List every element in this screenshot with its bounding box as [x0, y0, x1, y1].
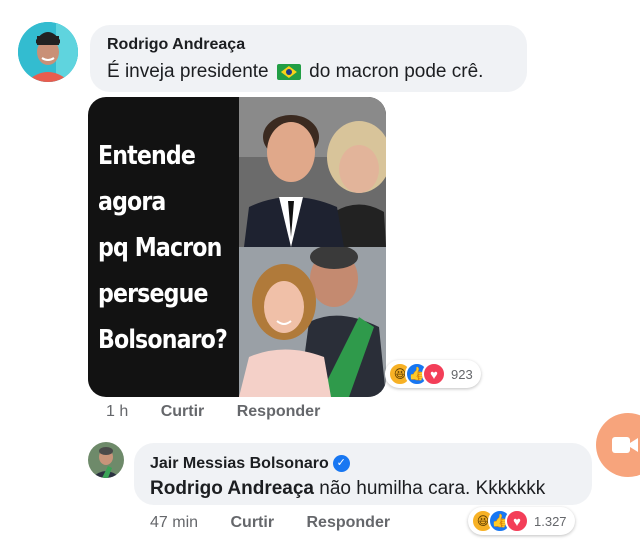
person-icon — [88, 442, 124, 478]
avatar-rodrigo[interactable] — [18, 22, 78, 82]
reaction-count: 923 — [451, 366, 473, 382]
reply-bubble: Jair Messias Bolsonaro ✓ Rodrigo Andreaça… — [134, 443, 592, 505]
person-icon — [18, 22, 78, 82]
comment-author[interactable]: Rodrigo Andreaça — [107, 36, 245, 54]
meme-line: Entende — [98, 141, 196, 171]
meme-line: Bolsonaro? — [98, 325, 228, 355]
reply-button[interactable]: Responder — [237, 403, 321, 420]
reply-time[interactable]: 47 min — [150, 514, 198, 531]
mention-link[interactable]: Rodrigo Andreaça — [150, 478, 314, 499]
photo-couple-top — [239, 97, 386, 247]
meme-line: agora — [98, 187, 166, 217]
meme-caption: Entende agora pq Macron persegue Bolsona… — [98, 133, 228, 363]
reply-author-name[interactable]: Jair Messias Bolsonaro — [150, 455, 329, 472]
video-camera-icon — [612, 437, 638, 453]
comment-time[interactable]: 1 h — [106, 403, 128, 420]
avatar-jair[interactable] — [88, 442, 124, 478]
reaction-summary[interactable]: 😆 👍 ♥ 923 — [385, 360, 481, 388]
comment-text-start: É inveja presidente — [107, 61, 269, 82]
video-call-button[interactable] — [596, 413, 640, 477]
verified-badge-icon: ✓ — [332, 455, 350, 473]
reply-text-body: não humilha cara. Kkkkkkk — [319, 478, 546, 499]
reaction-summary[interactable]: 😆 👍 ♥ 1.327 — [468, 507, 575, 535]
meme-line: pq Macron — [98, 233, 222, 263]
reply-text: Rodrigo Andreaça não humilha cara. Kkkkk… — [150, 478, 545, 500]
like-button[interactable]: Curtir — [230, 514, 274, 531]
love-icon: ♥ — [505, 509, 529, 533]
reply-author: Jair Messias Bolsonaro ✓ — [150, 455, 350, 473]
reaction-count: 1.327 — [534, 513, 567, 529]
reply-button[interactable]: Responder — [307, 514, 391, 531]
comment-actions: 1 h Curtir Responder — [106, 403, 348, 421]
meme-image[interactable]: Entende agora pq Macron persegue Bolsona… — [88, 97, 386, 397]
brazil-flag-icon — [276, 63, 301, 80]
reply-actions: 47 min Curtir Responder — [150, 514, 418, 532]
meme-line: persegue — [98, 279, 208, 309]
comment-text: É inveja presidente do macron pode crê. — [107, 61, 483, 83]
comment-text-end: do macron pode crê. — [309, 61, 484, 82]
like-button[interactable]: Curtir — [161, 403, 205, 420]
love-icon: ♥ — [422, 362, 446, 386]
comment-bubble: Rodrigo Andreaça É inveja presidente do … — [90, 25, 527, 92]
photo-couple-bottom — [239, 247, 386, 397]
